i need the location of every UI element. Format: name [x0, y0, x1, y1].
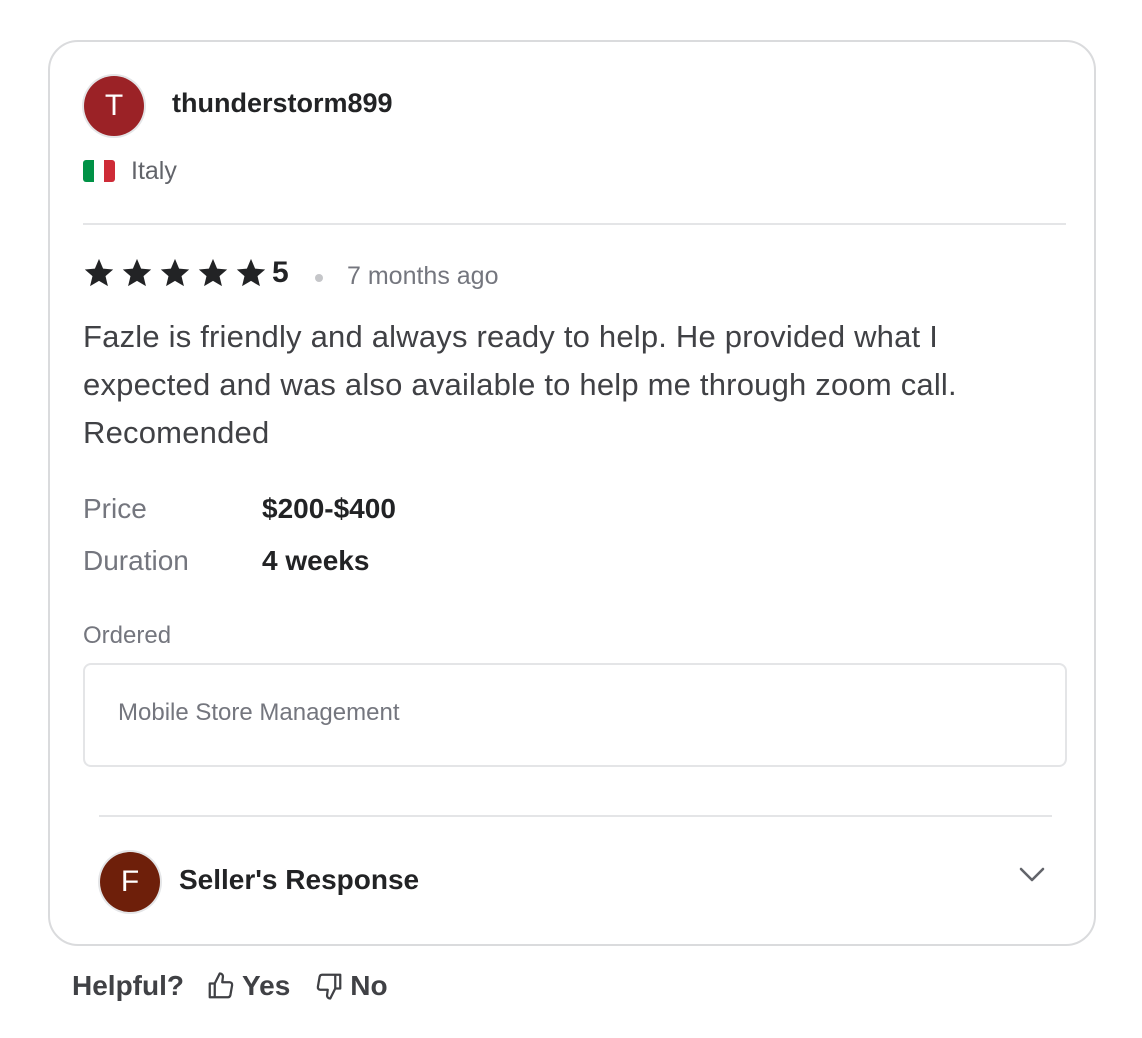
- avatar-initial: T: [104, 89, 124, 122]
- star-icon: [160, 258, 190, 287]
- reviewer-country: Italy: [131, 157, 177, 185]
- price-value: $200-$400: [262, 493, 396, 524]
- italy-flag-icon: [83, 160, 115, 182]
- thumbs-up-icon: [208, 972, 234, 999]
- thumbs-down-icon: [317, 973, 342, 1000]
- reviewer-username[interactable]: thunderstorm899: [172, 88, 393, 119]
- review-card: T thunderstorm899 Italy 5 7 months ago F…: [48, 40, 1096, 946]
- seller-avatar-initial: F: [120, 865, 140, 898]
- seller-avatar: F: [100, 852, 160, 912]
- duration-label: Duration: [83, 545, 189, 576]
- ordered-label: Ordered: [83, 622, 172, 649]
- star-icon: [236, 258, 266, 287]
- helpful-feedback: Helpful? Yes No: [72, 970, 412, 1002]
- star-icon: [198, 258, 228, 287]
- star-icon: [122, 258, 152, 287]
- divider: [83, 223, 1066, 225]
- yes-label: Yes: [242, 970, 291, 1001]
- no-label: No: [350, 970, 388, 1001]
- seller-response-toggle[interactable]: Seller's Response: [179, 864, 419, 896]
- review-time: 7 months ago: [347, 262, 499, 290]
- avatar[interactable]: T: [84, 76, 144, 136]
- ordered-item-box[interactable]: Mobile Store Management: [83, 663, 1067, 767]
- helpful-yes-button[interactable]: Yes: [206, 970, 290, 1002]
- divider: [99, 815, 1052, 817]
- chevron-down-icon[interactable]: [1018, 865, 1046, 885]
- rating-value: 5: [272, 256, 289, 289]
- separator-dot: [315, 274, 323, 282]
- duration-value: 4 weeks: [262, 545, 370, 576]
- helpful-no-button[interactable]: No: [314, 970, 388, 1002]
- star-icon: [84, 258, 114, 287]
- price-label: Price: [83, 493, 147, 524]
- star-rating: [82, 256, 268, 290]
- review-text: Fazle is friendly and always ready to he…: [83, 319, 957, 450]
- ordered-item[interactable]: Mobile Store Management: [118, 699, 399, 727]
- helpful-question: Helpful?: [72, 970, 184, 1001]
